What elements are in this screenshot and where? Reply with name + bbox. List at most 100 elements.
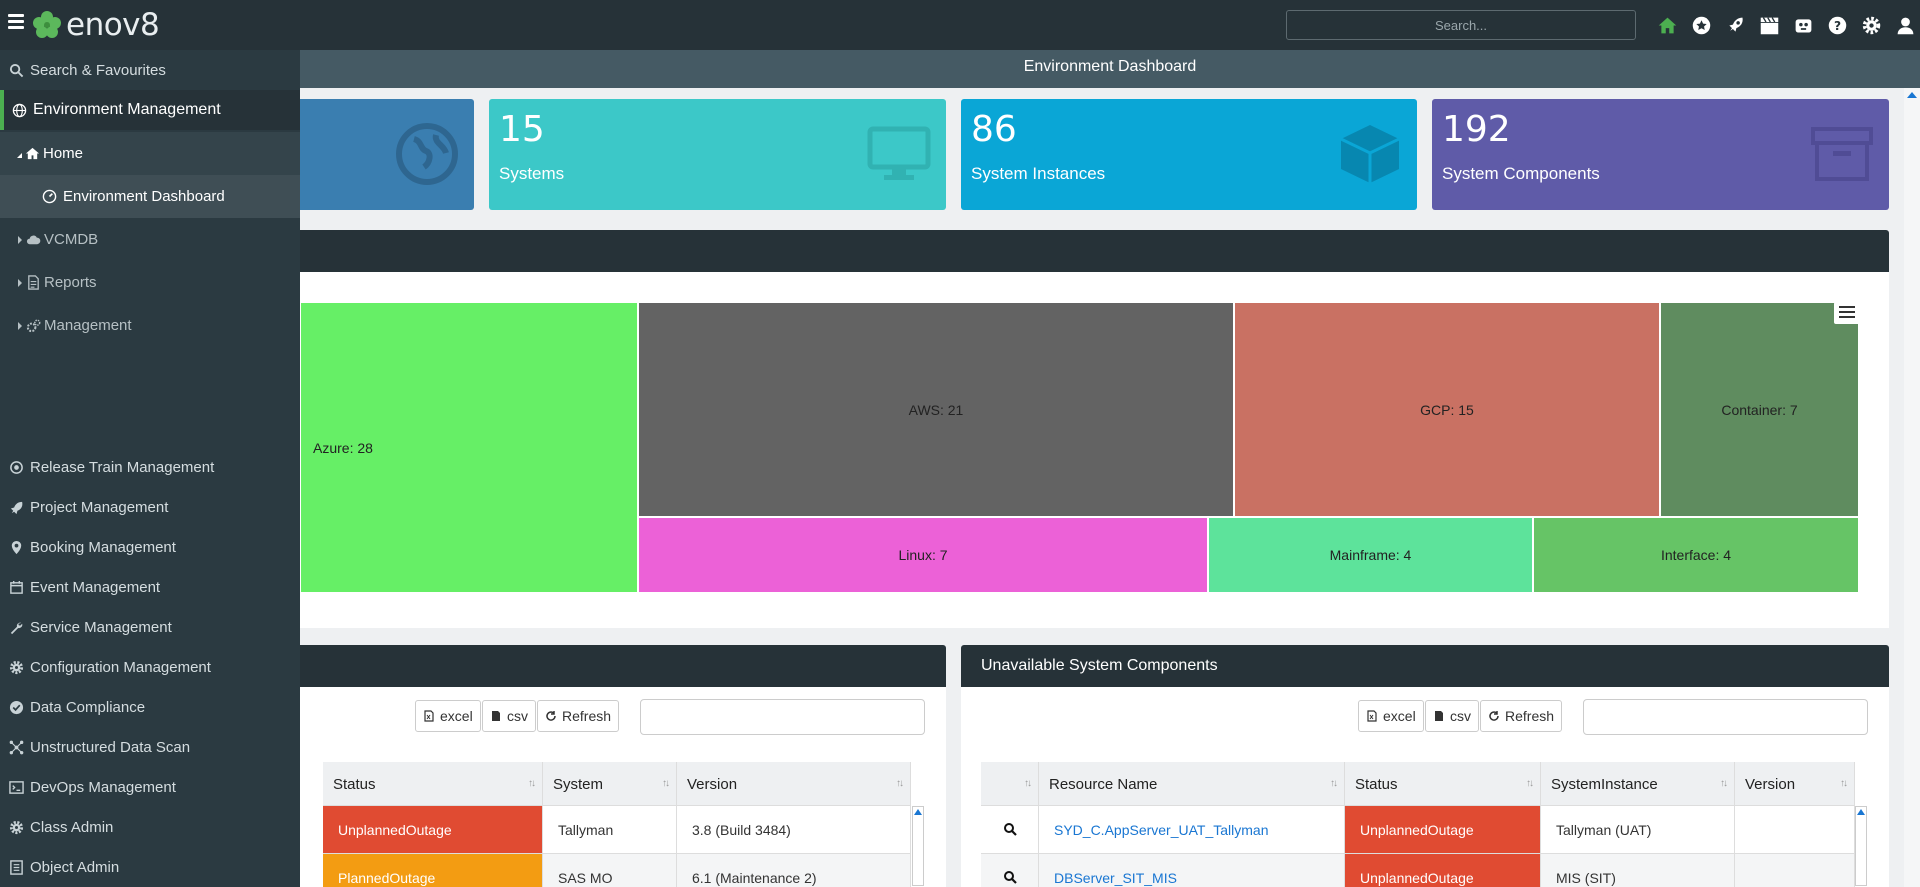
sidebar-item-vcmdb[interactable]: VCMDB bbox=[0, 218, 300, 261]
csv-button[interactable]: csv bbox=[482, 700, 536, 732]
chart-menu-icon[interactable] bbox=[1834, 302, 1860, 324]
table-scrollbar[interactable] bbox=[1855, 806, 1867, 886]
stat-card-system-components[interactable]: 192 System Components bbox=[1432, 99, 1889, 210]
view-details-icon[interactable] bbox=[1003, 870, 1017, 884]
sidebar-item-project-management[interactable]: Project Management bbox=[0, 487, 300, 527]
rocket-icon[interactable] bbox=[1718, 12, 1752, 38]
column-header-version[interactable]: Version ↑↓ bbox=[677, 762, 911, 806]
globe-icon bbox=[12, 103, 27, 117]
excel-button-label: excel bbox=[440, 708, 473, 724]
sidebar-item-booking-management[interactable]: Booking Management bbox=[0, 527, 300, 567]
user-icon[interactable] bbox=[1888, 12, 1920, 38]
sidebar-item-environment-dashboard[interactable]: Environment Dashboard bbox=[0, 175, 300, 218]
star-icon[interactable] bbox=[1684, 12, 1718, 38]
archive-icon bbox=[1811, 127, 1873, 181]
calendar-icon bbox=[10, 580, 23, 594]
table-cell-version bbox=[1735, 854, 1855, 887]
treemap-cell-label: GCP: 15 bbox=[1420, 401, 1474, 418]
right-table-header: Unavailable System Components bbox=[961, 645, 1889, 687]
table-cell-system: Tallyman bbox=[543, 806, 677, 854]
dashboard-icon bbox=[42, 189, 57, 204]
wrench-icon bbox=[10, 622, 23, 634]
gear-icon[interactable] bbox=[1854, 12, 1888, 38]
table-cell-version: 6.1 (Maintenance 2) bbox=[677, 854, 911, 887]
refresh-icon bbox=[546, 711, 556, 721]
file-excel-icon bbox=[1367, 710, 1377, 722]
resource-link[interactable]: DBServer_SIT_MIS bbox=[1054, 870, 1177, 886]
expanded-caret-icon bbox=[17, 153, 22, 158]
sidebar-item-event-management[interactable]: Event Management bbox=[0, 567, 300, 607]
stat-label: System Instances bbox=[971, 164, 1106, 183]
sidebar-item-search-favourites[interactable]: Search & Favourites bbox=[0, 50, 300, 90]
target-icon bbox=[10, 460, 23, 474]
column-header-resource-name[interactable]: Resource Name ↑↓ bbox=[1039, 762, 1345, 806]
view-details-icon[interactable] bbox=[1003, 822, 1017, 836]
robot-icon[interactable] bbox=[1786, 12, 1820, 38]
refresh-button[interactable]: Refresh bbox=[537, 700, 620, 732]
sidebar-item-object-admin[interactable]: Object Admin bbox=[0, 847, 300, 887]
excel-button[interactable]: excel bbox=[415, 700, 481, 732]
gear-icon bbox=[9, 660, 24, 674]
home-icon[interactable] bbox=[1650, 12, 1684, 38]
column-header-version[interactable]: Version ↑↓ bbox=[1735, 762, 1855, 806]
stat-card-system-instances[interactable]: 86 System Instances bbox=[961, 99, 1417, 210]
gear-icon bbox=[9, 820, 24, 834]
table-scrollbar[interactable] bbox=[912, 806, 924, 886]
page-title: Environment Dashboard bbox=[300, 50, 1920, 88]
treemap-cell-azure[interactable]: Azure: 28 bbox=[300, 302, 638, 593]
logo[interactable]: enov8 bbox=[30, 6, 160, 44]
excel-button[interactable]: excel bbox=[1358, 700, 1424, 732]
table-cell-actions[interactable] bbox=[981, 806, 1039, 854]
stat-card-environments[interactable] bbox=[276, 99, 474, 210]
svg-text:?: ? bbox=[1833, 18, 1840, 32]
stat-card-systems[interactable]: 15 Systems bbox=[489, 99, 946, 210]
sidebar-item-data-compliance[interactable]: Data Compliance bbox=[0, 687, 300, 727]
stat-label: System Components bbox=[1442, 164, 1600, 183]
column-header-status[interactable]: Status ↑↓ bbox=[1345, 762, 1541, 806]
treemap-panel-header bbox=[276, 230, 1889, 272]
list-icon bbox=[10, 859, 23, 875]
treemap-cell-aws[interactable]: AWS: 21 bbox=[638, 302, 1234, 517]
sidebar-item-devops-management[interactable]: DevOps Management bbox=[0, 767, 300, 807]
help-icon[interactable]: ? bbox=[1820, 12, 1854, 38]
sidebar-item-home[interactable]: Home bbox=[0, 132, 300, 175]
sidebar-item-unstructured-data-scan[interactable]: Unstructured Data Scan bbox=[0, 727, 300, 767]
refresh-button[interactable]: Refresh bbox=[1480, 700, 1563, 732]
column-header-status[interactable]: Status ↑↓ bbox=[323, 762, 543, 806]
sidebar-item-environment-management[interactable]: Environment Management bbox=[0, 90, 300, 130]
stat-value: 86 bbox=[971, 109, 1017, 150]
clapper-icon[interactable] bbox=[1752, 12, 1786, 38]
status-badge: UnplannedOutage bbox=[1345, 806, 1541, 854]
sidebar-item-management[interactable]: Management bbox=[0, 304, 300, 347]
sidebar-item-reports[interactable]: Reports bbox=[0, 261, 300, 304]
treemap-cell-gcp[interactable]: GCP: 15 bbox=[1234, 302, 1660, 517]
logo-leaf-icon bbox=[33, 11, 61, 38]
treemap-cell-mainframe[interactable]: Mainframe: 4 bbox=[1208, 517, 1533, 593]
page-scrollbar[interactable] bbox=[1904, 88, 1920, 887]
treemap-cell-label: Mainframe: 4 bbox=[1329, 547, 1412, 563]
csv-button[interactable]: csv bbox=[1425, 700, 1479, 732]
treemap-cell-linux[interactable]: Linux: 7 bbox=[638, 517, 1208, 593]
sidebar-item-configuration-management[interactable]: Configuration Management bbox=[0, 647, 300, 687]
refresh-icon bbox=[1489, 711, 1499, 721]
file-excel-icon bbox=[424, 710, 434, 722]
resource-link[interactable]: SYD_C.AppServer_UAT_Tallyman bbox=[1054, 822, 1269, 838]
sidebar-item-release-train-management[interactable]: Release Train Management bbox=[0, 447, 300, 487]
table-cell-actions[interactable] bbox=[981, 854, 1039, 887]
report-icon bbox=[28, 275, 39, 290]
logo-text: enov8 bbox=[66, 7, 160, 43]
monitor-icon bbox=[867, 126, 931, 180]
column-header-system[interactable]: System ↑↓ bbox=[543, 762, 677, 806]
column-header-system-instance[interactable]: SystemInstance ↑↓ bbox=[1541, 762, 1735, 806]
sidebar-item-class-admin[interactable]: Class Admin bbox=[0, 807, 300, 847]
table-filter-input[interactable] bbox=[1583, 699, 1868, 735]
treemap-cell-container[interactable]: Container: 7 bbox=[1660, 302, 1859, 517]
collapsed-caret-icon bbox=[18, 278, 22, 287]
menu-toggle-icon[interactable] bbox=[8, 14, 24, 29]
table-filter-input[interactable] bbox=[640, 699, 925, 735]
treemap-cell-interface[interactable]: Interface: 4 bbox=[1533, 517, 1859, 593]
search-input[interactable]: Search... bbox=[1286, 10, 1636, 40]
terminal-icon bbox=[9, 780, 24, 794]
sidebar-item-service-management[interactable]: Service Management bbox=[0, 607, 300, 647]
search-icon bbox=[9, 63, 24, 77]
